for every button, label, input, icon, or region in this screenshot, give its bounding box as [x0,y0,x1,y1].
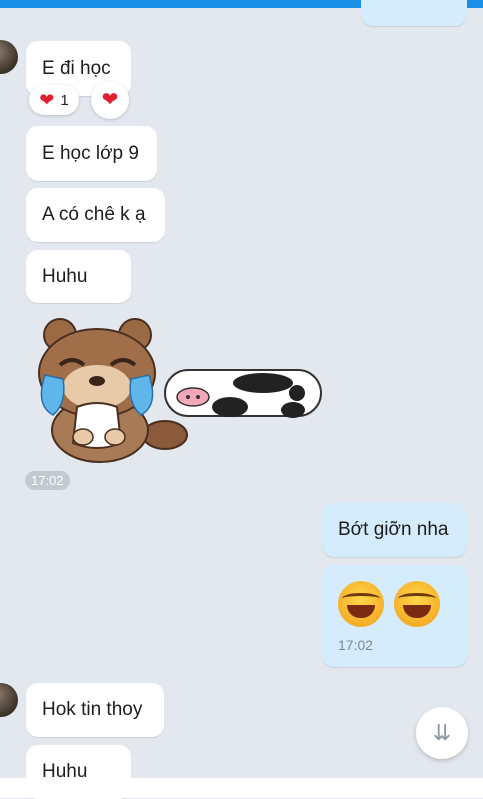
message-text: A có chê k ạ [42,204,146,225]
timestamp-badge: 17:02 [25,471,70,490]
scroll-to-bottom-button[interactable]: ⇊ [416,707,468,759]
message-bubble[interactable]: Huhu [26,250,131,303]
message-text: Bớt giỡn nha [338,519,449,540]
heart-icon: ❤ [101,89,119,111]
message-timestamp: 17:02 [338,637,374,653]
react-button[interactable]: ❤ [91,81,129,119]
double-chevron-down-icon: ⇊ [432,720,452,745]
emoji-message-bubble[interactable]: 17:02 [322,565,467,667]
laughing-tears-emoji-icon [394,581,440,627]
message-bubble[interactable]: E học lớp 9 [26,126,157,181]
bottom-bar [0,778,483,798]
message-bubble-outgoing-partial[interactable] [361,0,467,26]
reaction-count: 1 [60,91,69,109]
avatar[interactable] [0,40,18,74]
laughing-tears-emoji-icon [338,581,384,627]
message-text: E đi học [42,57,111,79]
message-bubble[interactable]: A có chê k ạ [26,188,165,242]
message-text: Hok tin thoy [42,699,143,720]
heart-icon: ❤ [39,90,55,110]
reaction-count-badge[interactable]: ❤ 1 [29,85,79,115]
avatar[interactable] [0,683,18,717]
message-bubble[interactable]: Hok tin thoy [26,683,164,737]
message-text: Huhu [42,265,88,287]
message-bubble-outgoing[interactable]: Bớt giỡn nha [322,503,467,557]
message-text: E học lớp 9 [42,142,139,164]
sticker-image[interactable] [25,315,325,465]
